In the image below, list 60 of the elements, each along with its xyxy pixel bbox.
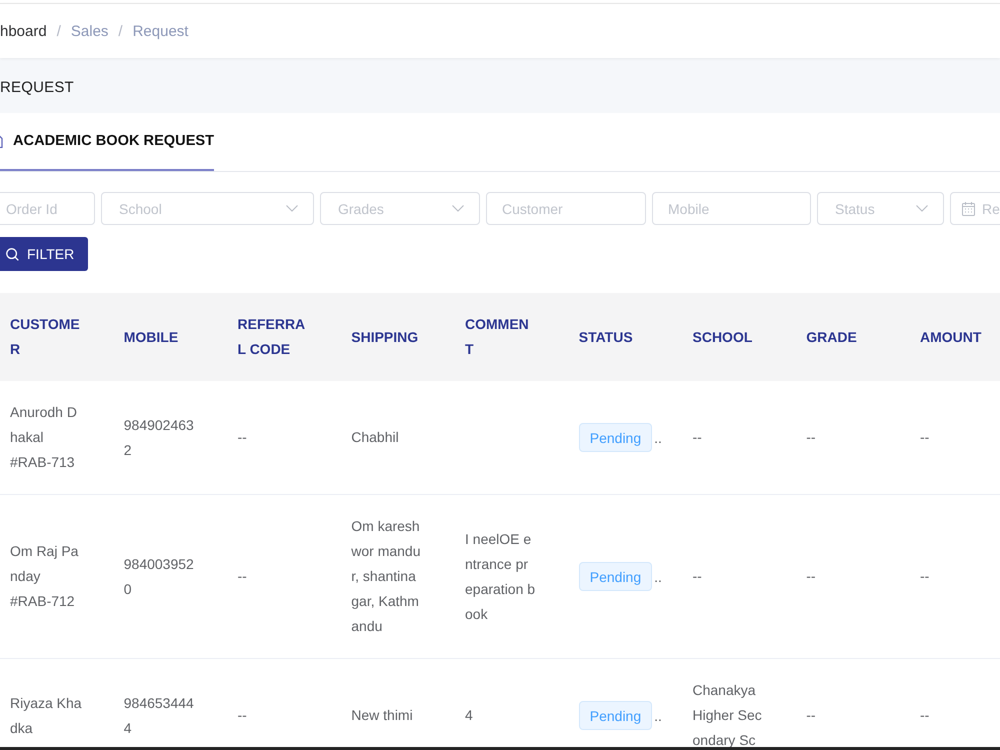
table-cell-text: -- xyxy=(920,567,930,586)
chevron-down-icon xyxy=(286,205,298,212)
tab[interactable]: ACADEMIC BOOK REQUEST xyxy=(0,113,214,171)
search-icon xyxy=(6,248,19,260)
table-cell-text: 9840039520 xyxy=(124,554,195,598)
calendar-icon xyxy=(962,202,975,216)
filter-button[interactable]: FILTER xyxy=(0,237,88,271)
customer-name: Om Raj Panday xyxy=(10,542,80,586)
column-header: MOBILE xyxy=(124,328,180,346)
breadcrumb-link[interactable]: Sales xyxy=(70,22,108,40)
table-cell-text: -- xyxy=(238,567,248,586)
table-cell-text: Om kareshwor mandur, shantinagar, Kathmandu xyxy=(351,517,422,636)
text-field[interactable]: Order Id xyxy=(0,192,95,225)
table-cell-text: 4 xyxy=(465,706,474,725)
table-cell-text: -- xyxy=(238,428,248,447)
table-cell-text: Chanakya Higher Secondary Sc xyxy=(692,681,763,750)
table-cell-text: -- xyxy=(692,567,703,586)
column-header: COMMENT xyxy=(465,315,530,359)
truncation-dots: .. xyxy=(654,430,662,446)
column-header: GRADE xyxy=(806,328,858,346)
text-field[interactable]: Customer xyxy=(486,192,646,225)
order-id: #RAB-713 xyxy=(10,453,76,472)
chevron-down-icon xyxy=(452,205,464,212)
truncation-dots: .. xyxy=(654,708,662,724)
table-cell-text: I neelOE entrance preparation book xyxy=(465,530,536,624)
chevron-down-icon xyxy=(916,205,928,212)
status-badge: Pending xyxy=(578,423,652,452)
select-field[interactable]: Grades xyxy=(320,192,480,225)
truncation-dots: .. xyxy=(654,568,662,584)
date-field[interactable]: Re xyxy=(950,192,1000,225)
text-field[interactable]: Mobile xyxy=(652,192,811,225)
order-id: #RAB-712 xyxy=(10,592,76,611)
page-title: REQUEST xyxy=(0,79,74,96)
column-header: SCHOOL xyxy=(692,328,754,346)
table-cell-text: -- xyxy=(806,428,817,447)
table-cell-text: 9846534444 xyxy=(124,694,195,738)
breadcrumb-link[interactable]: hboard xyxy=(0,22,47,40)
column-header: CUSTOMER xyxy=(10,315,81,359)
table-cell-text: -- xyxy=(806,706,817,725)
select-field[interactable]: Status xyxy=(817,192,944,225)
table-cell-text: 9849024632 xyxy=(124,416,195,460)
status-badge: Pending xyxy=(578,562,652,591)
status-badge: Pending xyxy=(578,701,652,730)
breadcrumb-separator: / xyxy=(56,22,61,40)
table-cell-text: -- xyxy=(920,706,930,725)
column-header: REFERRAL CODE xyxy=(238,315,306,359)
customer-name: Riyaza Khadka xyxy=(10,694,82,738)
breadcrumb-separator: / xyxy=(118,22,123,40)
column-header: STATUS xyxy=(578,328,634,346)
breadcrumb-link[interactable]: Request xyxy=(132,22,188,40)
select-field[interactable]: School xyxy=(101,192,314,225)
customer-name: Anurodh Dhakal xyxy=(10,403,78,447)
table-cell-text: Chabhil xyxy=(351,428,400,447)
column-header: AMOUNT xyxy=(920,328,982,346)
column-header: SHIPPING xyxy=(351,328,420,346)
table-cell-text: -- xyxy=(692,428,703,447)
table-cell-text: -- xyxy=(920,428,930,447)
table-cell-text: -- xyxy=(238,706,248,725)
table-cell-text: New thimi xyxy=(351,706,414,725)
table-cell-text: -- xyxy=(806,567,817,586)
